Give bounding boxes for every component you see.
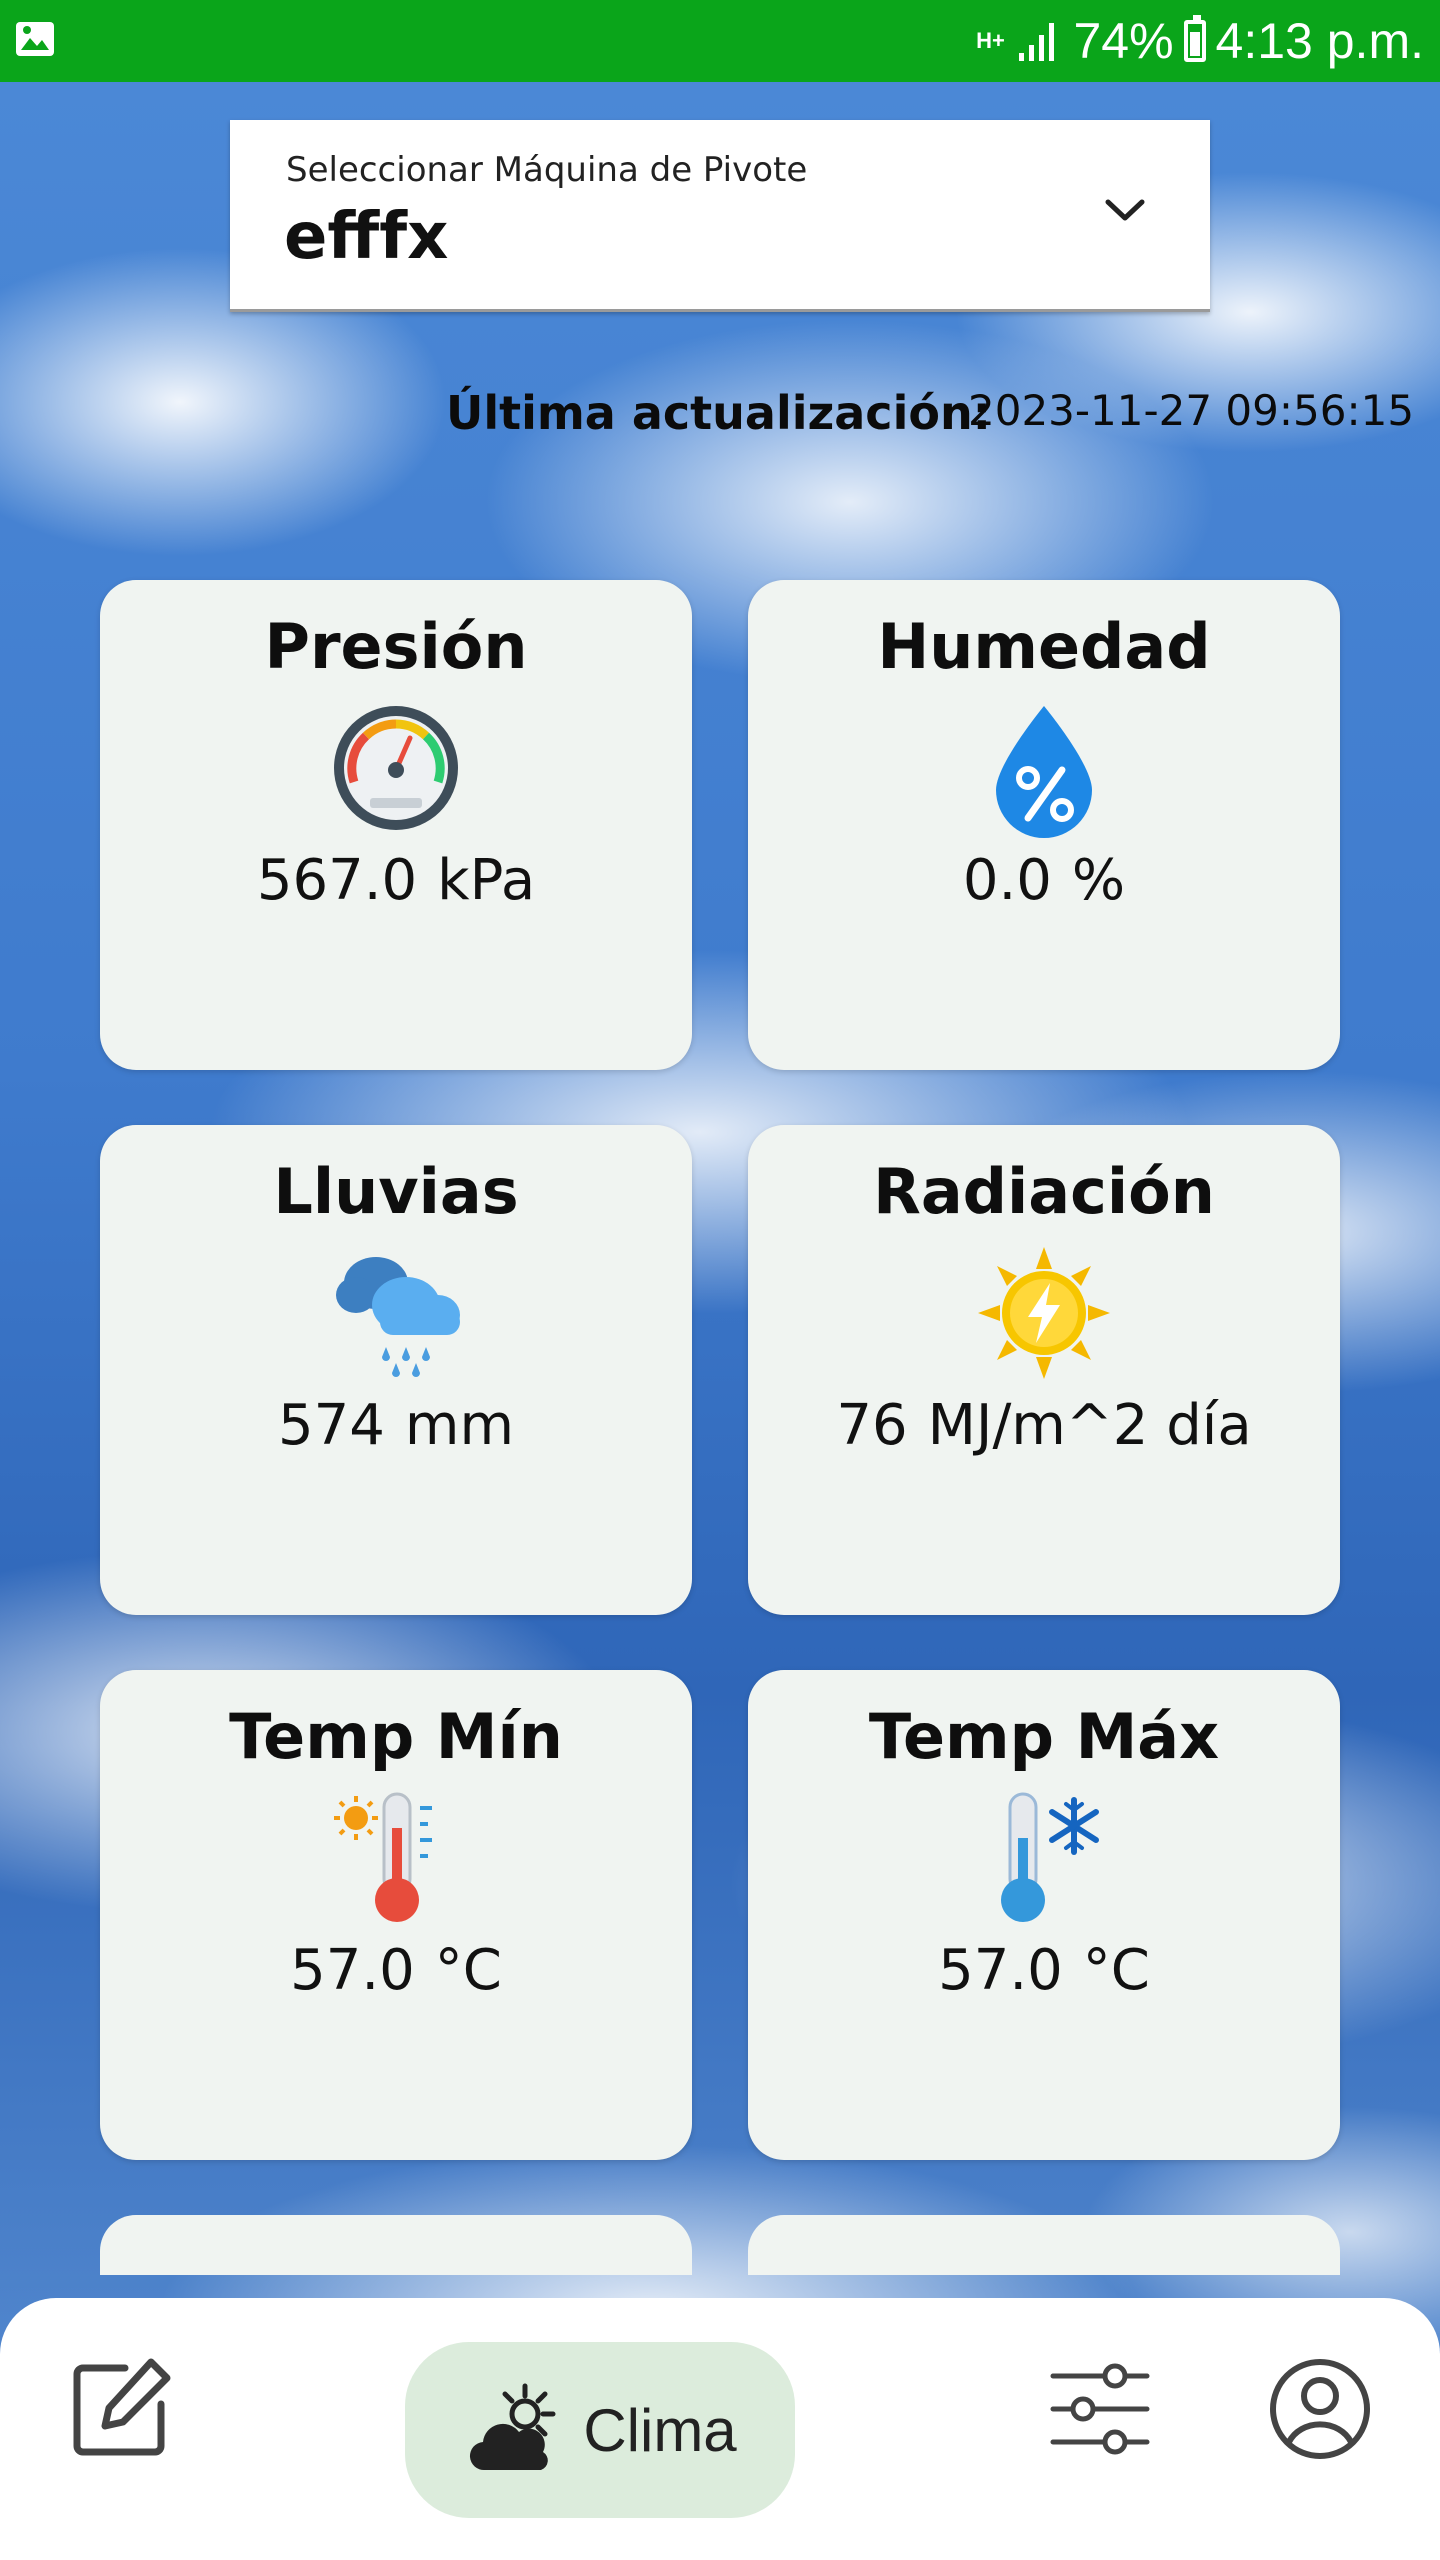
thermometer-cold-icon xyxy=(1001,1792,1099,1922)
card-title: Lluvias xyxy=(273,1155,519,1228)
nav-profile[interactable] xyxy=(1250,2344,1390,2474)
network-type-indicator: H+ xyxy=(976,28,1005,53)
last-update-label: Última actualización: xyxy=(446,386,992,440)
pressure-card[interactable]: Presión 567.0 kPa xyxy=(100,580,692,1070)
thermometer-hot-icon xyxy=(334,1792,432,1922)
bottom-navigation: Clima xyxy=(0,2298,1440,2560)
edit-icon xyxy=(73,2358,171,2456)
battery-icon xyxy=(1183,15,1206,62)
card-title: Temp Máx xyxy=(868,1700,1220,1773)
nav-edit[interactable] xyxy=(50,2344,190,2474)
settings-sliders-icon xyxy=(1050,2363,1150,2455)
humidity-drop-icon xyxy=(996,706,1092,838)
temp-max-card[interactable]: Temp Máx 57.0 °C xyxy=(748,1670,1340,2160)
signal-icon xyxy=(1019,23,1055,61)
radiation-card[interactable]: Radiación 76 MJ/m^2 día xyxy=(748,1125,1340,1615)
selector-value: efffx xyxy=(284,200,449,274)
temp-min-card[interactable]: Temp Mín 57.0 °C xyxy=(100,1670,692,2160)
rain-cloud-icon xyxy=(336,1257,460,1377)
pivot-machine-selector[interactable]: Seleccionar Máquina de Pivote efffx xyxy=(230,120,1210,312)
gallery-notification-icon xyxy=(16,22,54,56)
clock: 4:13 p.m. xyxy=(1215,13,1424,69)
card-partial-left[interactable] xyxy=(100,2215,692,2275)
sun-radiation-icon xyxy=(978,1247,1110,1379)
card-value: 0.0% xyxy=(962,848,1126,913)
card-title: Presión xyxy=(264,610,528,683)
card-title: Temp Mín xyxy=(229,1700,563,1773)
card-value: 57.0 °C xyxy=(938,1938,1150,2003)
last-update-value: 2023-11-27 09:56:15 xyxy=(968,386,1415,435)
card-value: 567.0 kPa xyxy=(256,848,536,913)
card-value: 574 mm xyxy=(278,1393,514,1458)
humidity-card[interactable]: Humedad 0.0% xyxy=(748,580,1340,1070)
chevron-down-icon xyxy=(1105,199,1145,221)
card-partial-right[interactable] xyxy=(748,2215,1340,2275)
card-title: Humedad xyxy=(877,610,1211,683)
status-bar: H+ 74% 4:13 p.m. xyxy=(0,0,1440,82)
battery-percent: 74% xyxy=(1073,13,1174,69)
card-value: 76 MJ/m^2 día xyxy=(836,1393,1252,1458)
gauge-icon xyxy=(334,706,458,830)
card-title: Radiación xyxy=(873,1155,1215,1228)
card-value: 57.0 °C xyxy=(290,1938,502,2003)
selector-label: Seleccionar Máquina de Pivote xyxy=(286,150,808,190)
last-update-row: Última actualización: 2023-11-27 09:56:1… xyxy=(0,380,1440,450)
nav-clima-label: Clima xyxy=(583,2396,737,2464)
nav-clima[interactable]: Clima xyxy=(405,2342,795,2518)
profile-icon xyxy=(1270,2359,1370,2459)
rainfall-card[interactable]: Lluvias 574 mm xyxy=(100,1125,692,1615)
weather-icon xyxy=(470,2383,556,2471)
nav-settings[interactable] xyxy=(1030,2344,1170,2474)
